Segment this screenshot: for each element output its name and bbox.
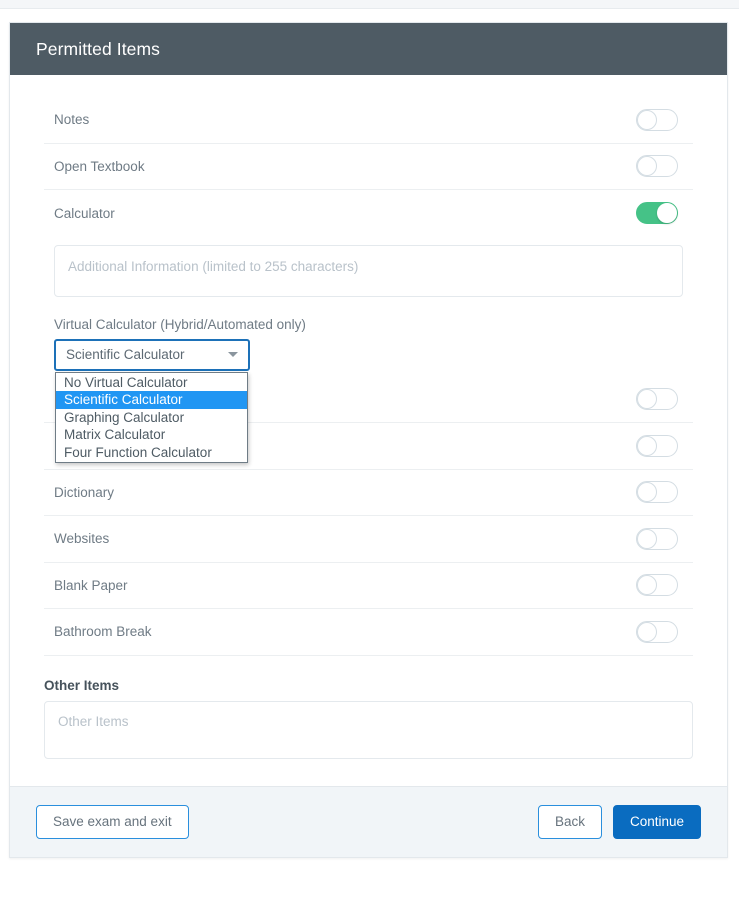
toggle-knob: [637, 528, 657, 549]
permitted-items-card: Permitted Items Notes Open Textbook Calc…: [9, 22, 728, 859]
virtual-calculator-option-list: No Virtual Calculator Scientific Calcula…: [55, 371, 248, 464]
save-exam-and-exit-button[interactable]: Save exam and exit: [36, 804, 189, 840]
option-no-virtual-calculator[interactable]: No Virtual Calculator: [56, 374, 247, 392]
toggle-notes[interactable]: [636, 108, 678, 131]
permitted-item-label: Calculator: [54, 205, 115, 221]
toggle-knob: [637, 482, 657, 503]
back-button[interactable]: Back: [537, 804, 602, 840]
toggle-knob: [637, 435, 657, 456]
virtual-calculator-select-wrap: Scientific Calculator No Virtual Calcula…: [54, 338, 250, 464]
toggle-knob: [637, 389, 657, 410]
option-scientific-calculator[interactable]: Scientific Calculator: [56, 391, 247, 409]
toggle-dictionary[interactable]: [636, 481, 678, 504]
option-four-function-calculator[interactable]: Four Function Calculator: [56, 444, 247, 462]
permitted-item-row-bathroom-break[interactable]: Bathroom Break: [44, 609, 693, 656]
footer-actions: Back Continue: [537, 804, 701, 840]
option-graphing-calculator[interactable]: Graphing Calculator: [56, 409, 247, 427]
toggle-knob: [637, 621, 657, 642]
other-items-input[interactable]: [44, 700, 693, 759]
permitted-item-label: Open Textbook: [54, 158, 145, 174]
option-matrix-calculator[interactable]: Matrix Calculator: [56, 426, 247, 444]
card-footer: Save exam and exit Back Continue: [10, 785, 727, 858]
permitted-item-label: Websites: [54, 531, 110, 547]
toggle-calculator[interactable]: [636, 202, 678, 225]
chevron-down-icon: [228, 352, 238, 357]
toggle-bathroom-break[interactable]: [636, 620, 678, 643]
page-top-strip: [0, 0, 739, 9]
permitted-item-row-dictionary[interactable]: Dictionary: [44, 470, 693, 516]
permitted-item-label: Blank Paper: [54, 577, 128, 593]
additional-information-input[interactable]: [54, 244, 683, 297]
toggle-knob: [637, 156, 657, 177]
continue-button[interactable]: Continue: [612, 804, 701, 840]
permitted-item-row-websites[interactable]: Websites: [44, 516, 693, 563]
page-title: Permitted Items: [36, 38, 161, 59]
other-items-title: Other Items: [44, 677, 120, 693]
card-header: Permitted Items: [10, 23, 727, 75]
toggle-knob: [637, 109, 657, 130]
permitted-item-row-blank-paper[interactable]: Blank Paper: [44, 563, 693, 609]
permitted-item-row-open-textbook[interactable]: Open Textbook: [44, 144, 693, 190]
toggle-websites[interactable]: [636, 527, 678, 550]
permitted-item-row-notes[interactable]: Notes: [44, 97, 693, 144]
toggle-knob: [637, 575, 657, 596]
permitted-item-label: Bathroom Break: [54, 624, 152, 640]
toggle-blank-paper[interactable]: [636, 574, 678, 597]
permitted-item-label: Dictionary: [54, 484, 115, 500]
toggle-obscured-1[interactable]: [636, 388, 678, 411]
calculator-options-panel: Virtual Calculator (Hybrid/Automated onl…: [44, 237, 693, 464]
card-body: Notes Open Textbook Calculator Virtual C…: [10, 75, 727, 786]
toggle-open-textbook[interactable]: [636, 155, 678, 178]
toggle-obscured-2[interactable]: [636, 434, 678, 457]
virtual-calculator-select[interactable]: Scientific Calculator: [54, 338, 250, 371]
virtual-calculator-selected-value: Scientific Calculator: [66, 347, 185, 362]
permitted-item-row-calculator[interactable]: Calculator: [44, 190, 693, 237]
toggle-knob: [657, 203, 677, 224]
virtual-calculator-label: Virtual Calculator (Hybrid/Automated onl…: [54, 316, 306, 332]
permitted-item-label: Notes: [54, 112, 90, 128]
